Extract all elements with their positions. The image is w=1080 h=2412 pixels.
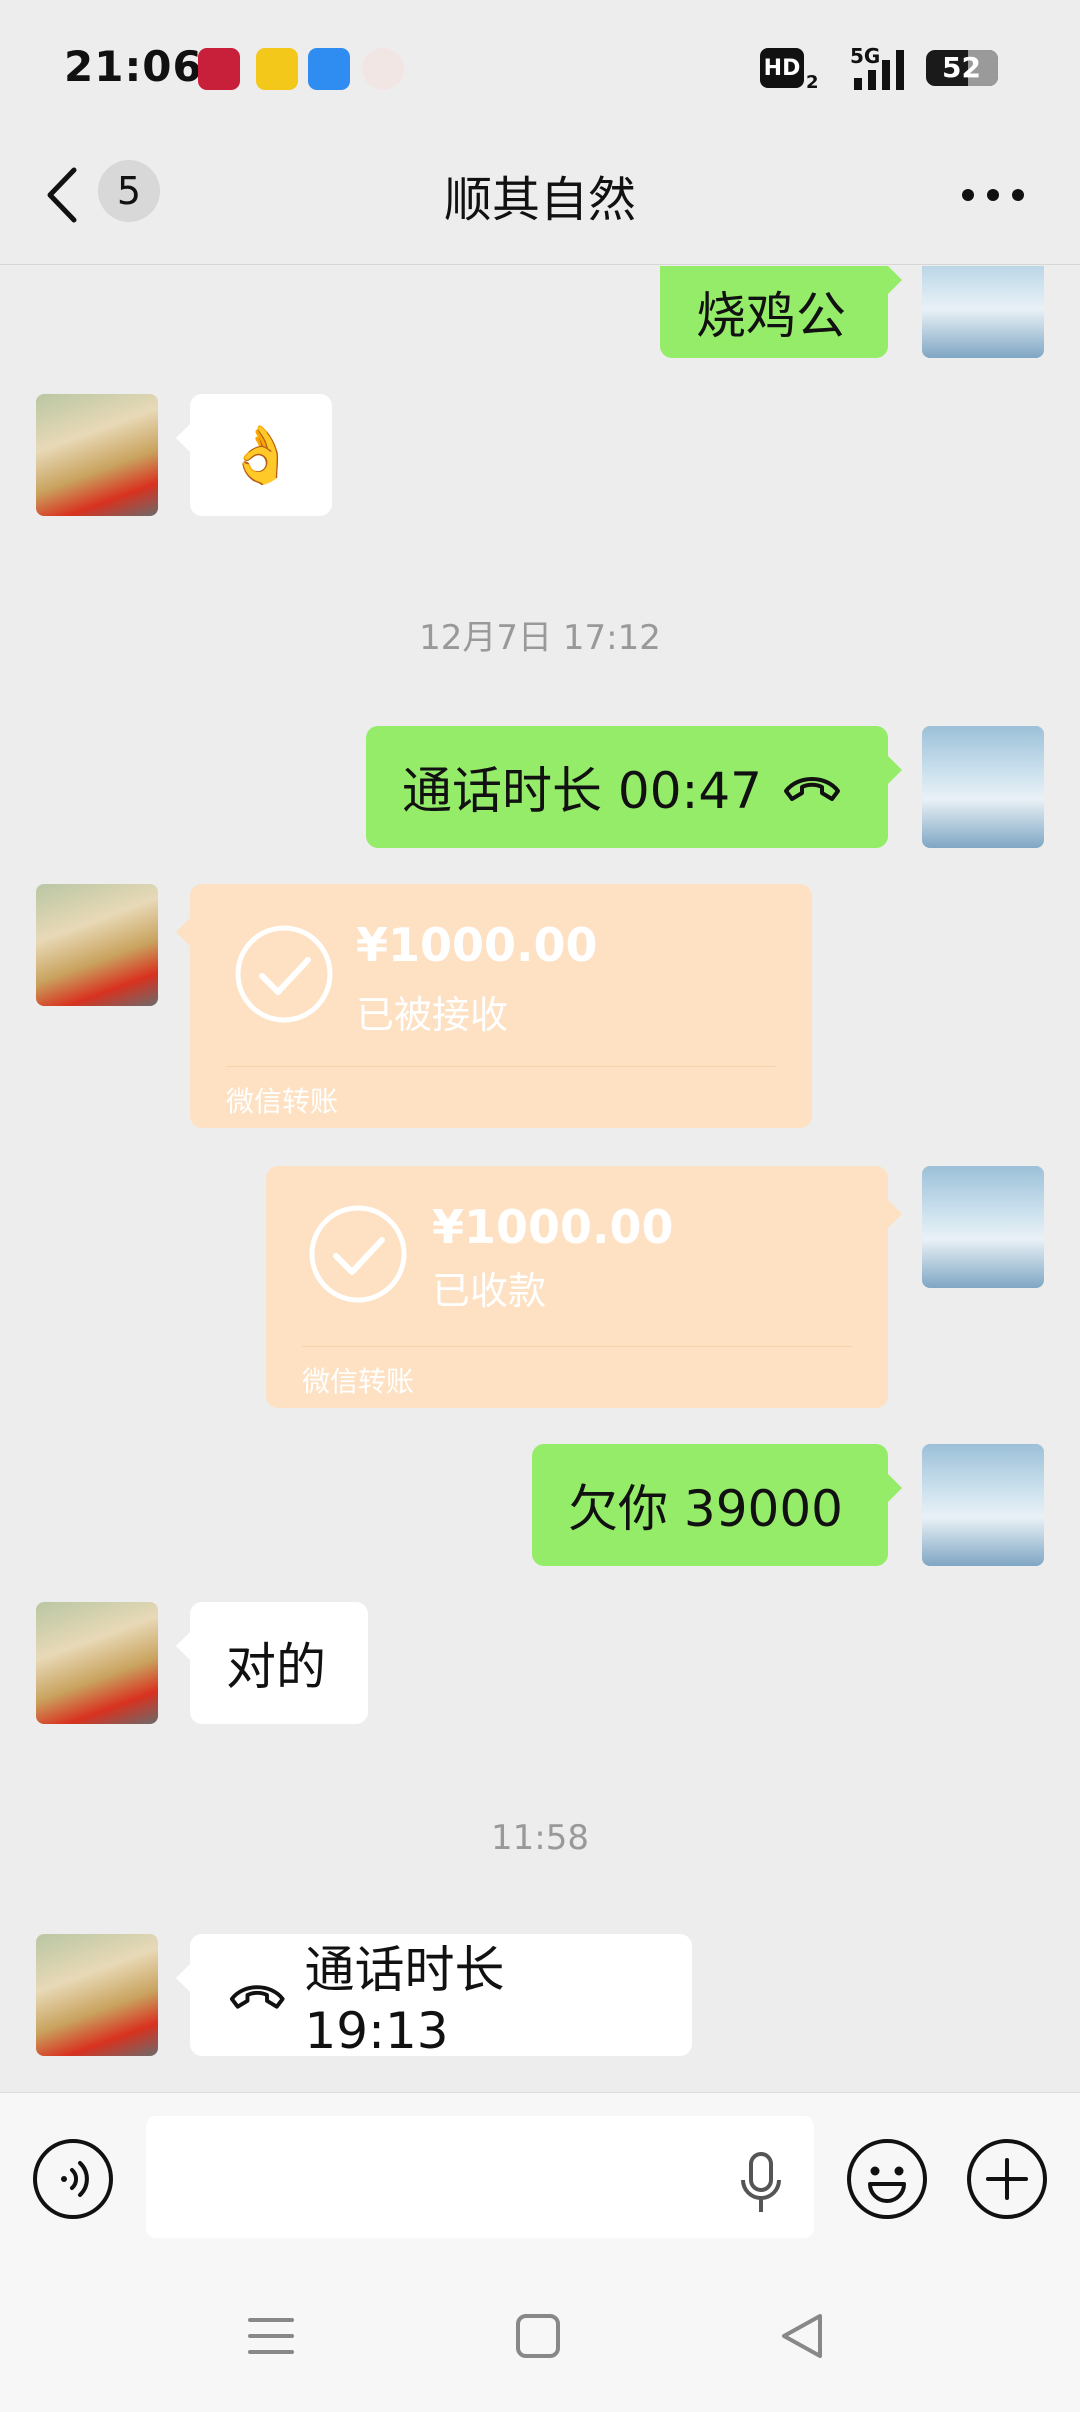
phone-hangup-icon [229, 1985, 285, 2009]
hd-sub: 2 [806, 72, 819, 93]
transfer-status: 已收款 [432, 1269, 547, 1313]
back-triangle-icon[interactable] [776, 2310, 826, 2362]
avatar[interactable] [922, 1444, 1044, 1566]
hd-badge: HD [760, 48, 804, 88]
app-icon-blue [308, 48, 350, 90]
avatar[interactable] [922, 1166, 1044, 1288]
message-bubble-sent[interactable]: 欠你 39000 [532, 1444, 902, 1566]
message-bubble-received[interactable]: 对的 [176, 1602, 368, 1724]
timestamp: 12月7日 17:12 [419, 618, 661, 658]
transfer-divider [226, 1066, 776, 1067]
message-text: 烧鸡公 [696, 287, 846, 345]
chat-title: 顺其自然 [443, 172, 636, 228]
message-bubble-sent[interactable]: 烧鸡公 [660, 266, 902, 358]
transfer-footer: 微信转账 [302, 1365, 415, 1398]
phone-hangup-icon [784, 777, 840, 801]
nav-divider [0, 264, 1080, 265]
microphone-icon[interactable] [736, 2150, 786, 2216]
app-icon-yellow [256, 48, 298, 90]
call-duration-text: 通话时长 00:47 [402, 762, 762, 820]
check-circle-icon [235, 925, 333, 1023]
transfer-amount: ¥1000.00 [432, 1200, 674, 1254]
voice-mode-icon[interactable] [32, 2138, 114, 2220]
avatar[interactable] [36, 1602, 158, 1724]
transfer-card-sent[interactable]: ¥1000.00 已收款 微信转账 [266, 1166, 902, 1408]
timestamp: 11:58 [491, 1818, 589, 1858]
check-circle-icon [309, 1205, 407, 1303]
plus-icon[interactable] [966, 2138, 1048, 2220]
battery-icon: 52 [926, 50, 998, 86]
status-time: 21:06 [64, 42, 203, 91]
avatar[interactable] [922, 266, 1044, 358]
avatar[interactable] [922, 726, 1044, 848]
battery-level: 52 [942, 51, 981, 84]
app-icon-red [198, 48, 240, 90]
call-record-bubble[interactable]: 通话时长 00:47 [366, 726, 902, 848]
message-text: 欠你 39000 [568, 1480, 843, 1538]
home-square-icon[interactable] [514, 2312, 562, 2360]
message-text: 对的 [226, 1638, 326, 1696]
transfer-card-received[interactable]: ¥1000.00 已被接收 微信转账 [176, 884, 812, 1128]
call-record-bubble[interactable]: 通话时长 19:13 [176, 1934, 692, 2060]
avatar[interactable] [36, 394, 158, 516]
emoji-icon[interactable] [846, 2138, 928, 2220]
transfer-amount: ¥1000.00 [356, 918, 598, 972]
transfer-divider [302, 1346, 852, 1347]
transfer-status: 已被接收 [356, 993, 509, 1037]
app-icon-avatar [362, 48, 404, 90]
avatar[interactable] [36, 1934, 158, 2056]
message-bubble-received[interactable]: 👌 [176, 394, 332, 516]
signal-icon [854, 50, 904, 90]
ok-hand-emoji: 👌 [226, 423, 296, 488]
avatar[interactable] [36, 884, 158, 1006]
more-horizontal-icon[interactable] [958, 170, 1028, 220]
call-duration-text: 通话时长 19:13 [304, 1941, 505, 2060]
transfer-footer: 微信转账 [226, 1085, 339, 1118]
message-input[interactable] [146, 2116, 814, 2238]
menu-icon[interactable] [246, 2314, 296, 2358]
